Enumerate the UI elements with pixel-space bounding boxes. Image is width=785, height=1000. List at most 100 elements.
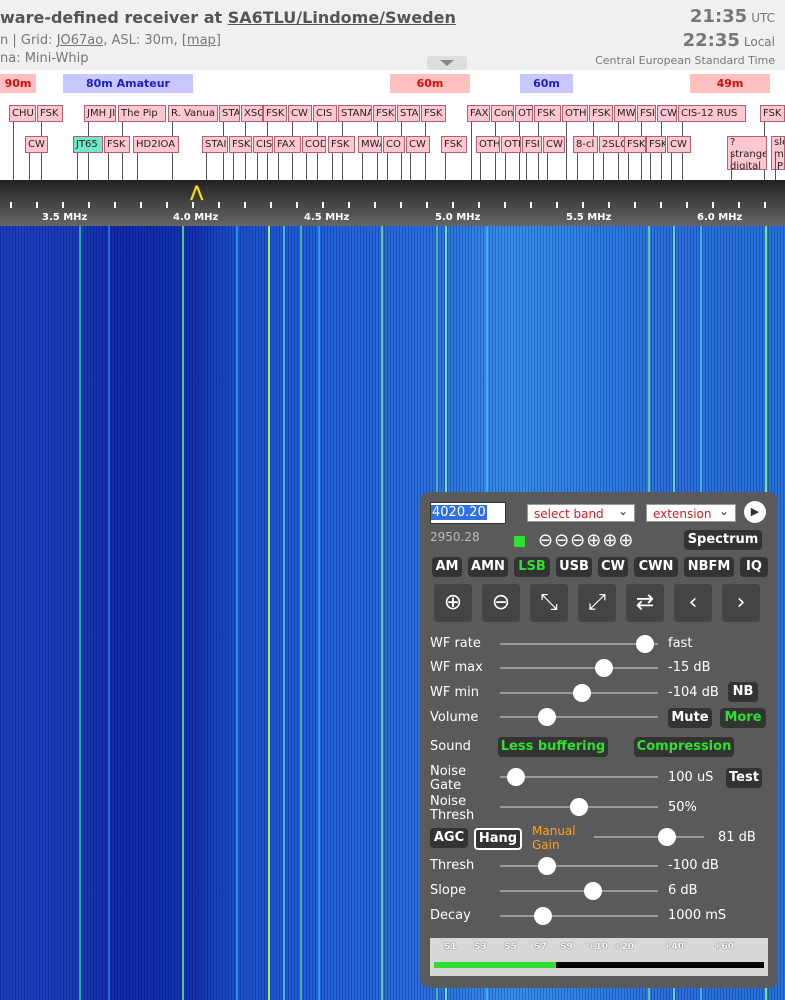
thresh-knob[interactable]	[538, 857, 556, 875]
station-label-row1[interactable]: XSG	[241, 105, 263, 122]
band-60m-amateur[interactable]: 60m	[520, 74, 573, 93]
frequency-input[interactable]: 4020.20	[430, 502, 506, 524]
station-label-row2[interactable]: CW	[406, 136, 430, 153]
station-label-row2[interactable]: FSK	[328, 136, 355, 153]
station-label-row1[interactable]: OTI	[515, 105, 533, 122]
station-label-row1[interactable]: JMH JI	[84, 105, 116, 122]
volume-knob[interactable]	[538, 708, 556, 726]
station-label-row1[interactable]: MW	[614, 105, 636, 122]
station-label-row2[interactable]: 8-cl	[573, 136, 598, 153]
station-label-row2[interactable]: sle ma JP	[771, 136, 785, 170]
station-label-row2[interactable]: OTH	[476, 136, 500, 153]
decay-knob[interactable]	[534, 907, 552, 925]
zoom-max-out-icon[interactable]: ⤢	[578, 584, 616, 622]
zoom-to-band-icon[interactable]: ⤡	[530, 584, 568, 622]
station-label-row2[interactable]: FSI	[522, 136, 542, 153]
manual-gain-slider[interactable]	[594, 828, 704, 846]
agc-button[interactable]: AGC	[430, 828, 468, 848]
compression-button[interactable]: Compression	[634, 737, 734, 757]
station-label-row2[interactable]: HD2IOA	[133, 136, 179, 153]
extension-select[interactable]: extension	[646, 502, 736, 522]
station-label-row2[interactable]: CW	[25, 136, 48, 153]
station-label-row1[interactable]: CIS-12 RUS	[678, 105, 746, 122]
noise-gate-slider[interactable]	[500, 768, 658, 786]
zoom-step-buttons[interactable]: ⊖⊖⊖⊕⊕⊕	[538, 530, 635, 551]
thresh-slider[interactable]	[500, 857, 658, 875]
station-label-row2[interactable]: OTI	[501, 136, 521, 153]
mode-am[interactable]: AM	[432, 557, 462, 577]
station-label-row2[interactable]: CW	[667, 136, 691, 153]
link-icon[interactable]	[514, 536, 525, 547]
manual-gain-knob[interactable]	[658, 828, 676, 846]
noise-thresh-knob[interactable]	[570, 798, 588, 816]
mode-iq[interactable]: IQ	[740, 557, 768, 577]
station-label-row2[interactable]: FSK	[646, 136, 666, 153]
slope-slider[interactable]	[500, 882, 658, 900]
hang-button[interactable]: Hang	[474, 828, 522, 850]
station-label-row1[interactable]: FSK	[534, 105, 561, 122]
station-label-row1[interactable]: R. Vanua	[168, 105, 218, 122]
station-label-row1[interactable]: FSK	[421, 105, 446, 122]
station-label-row2[interactable]: STAI	[202, 136, 228, 153]
swap-icon[interactable]: ⇄	[626, 584, 664, 622]
station-label-row2[interactable]: JT65	[73, 136, 103, 153]
band-80m-amateur[interactable]: 80m Amateur	[63, 74, 193, 93]
station-label-row2[interactable]: ?strange digital	[727, 136, 767, 170]
station-label-row1[interactable]: FSK	[373, 105, 396, 122]
frequency-scale[interactable]: ⋀ 3.5 MHz 4.0 MHz 4.5 MHz 5.0 MHz 5.5 MH…	[0, 180, 785, 226]
station-label-row2[interactable]: FSK	[441, 136, 467, 153]
station-label-row2[interactable]: FSK	[624, 136, 646, 153]
station-label-row1[interactable]: CW	[288, 105, 312, 122]
tuning-marker[interactable]: ⋀	[190, 182, 203, 201]
station-label-row2[interactable]: FSK	[104, 136, 130, 153]
wf-max-knob[interactable]	[595, 659, 613, 677]
grid-link[interactable]: JO67ao	[57, 33, 104, 48]
station-label-row1[interactable]: STA	[397, 105, 420, 122]
station-label-row1[interactable]: FSK	[37, 105, 63, 122]
station-label-row2[interactable]: MWA	[358, 136, 382, 153]
volume-slider[interactable]	[500, 708, 658, 726]
decay-slider[interactable]	[500, 907, 658, 925]
mode-nbfm[interactable]: NBFM	[684, 557, 734, 577]
noise-gate-knob[interactable]	[507, 768, 525, 786]
mode-cwn[interactable]: CWN	[634, 557, 678, 577]
wf-rate-knob[interactable]	[636, 635, 654, 653]
station-label-row2[interactable]: COD	[302, 136, 326, 153]
band-90m[interactable]: 90m	[0, 74, 36, 93]
band-60m-broadcast[interactable]: 60m	[390, 74, 470, 93]
band-select[interactable]: select band	[527, 502, 635, 522]
station-label-row2[interactable]: CW	[543, 136, 565, 153]
station-label-row2[interactable]: FAX 1	[274, 136, 301, 153]
station-label-row1[interactable]: FSK	[589, 105, 613, 122]
mode-cw[interactable]: CW	[598, 557, 628, 577]
more-button[interactable]: More	[720, 708, 766, 728]
manual-gain-label[interactable]: Manual Gain	[532, 824, 576, 852]
mode-usb[interactable]: USB	[556, 557, 592, 577]
wf-min-knob[interactable]	[573, 684, 591, 702]
station-label-row1[interactable]: OTH	[562, 105, 588, 122]
spectrum-button[interactable]: Spectrum	[684, 530, 762, 550]
wf-rate-slider[interactable]	[500, 635, 658, 653]
mode-amn[interactable]: AMN	[468, 557, 508, 577]
station-label-row2[interactable]: FSK	[229, 136, 252, 153]
station-label-row1[interactable]: CW	[657, 105, 677, 122]
map-link[interactable]: [map]	[182, 33, 221, 48]
zoom-step-icons[interactable]: ⊖⊖⊖⊕⊕⊕	[538, 530, 635, 551]
station-label-row1[interactable]: FSI	[637, 105, 656, 122]
noise-thresh-slider[interactable]	[500, 798, 658, 816]
station-label-row2[interactable]: CIS	[253, 136, 273, 153]
station-label-row2[interactable]: CO	[383, 136, 405, 153]
station-label-row1[interactable]: STANA	[338, 105, 372, 122]
mute-button[interactable]: Mute	[668, 708, 712, 728]
page-right-icon[interactable]: ›	[722, 584, 760, 622]
station-label-row1[interactable]: STA	[219, 105, 240, 122]
station-label-row1[interactable]: FAX	[467, 105, 490, 122]
station-label-row1[interactable]: The Pip	[118, 105, 166, 122]
nb-button[interactable]: NB	[728, 682, 758, 702]
station-link[interactable]: SA6TLU/Lindome/Sweden	[228, 8, 456, 27]
station-label-row1[interactable]: CHU	[9, 105, 36, 122]
wf-min-slider[interactable]	[500, 684, 658, 702]
band-49m[interactable]: 49m	[690, 74, 770, 93]
station-label-row2[interactable]: 2SLC	[599, 136, 625, 153]
slope-knob[interactable]	[584, 882, 602, 900]
